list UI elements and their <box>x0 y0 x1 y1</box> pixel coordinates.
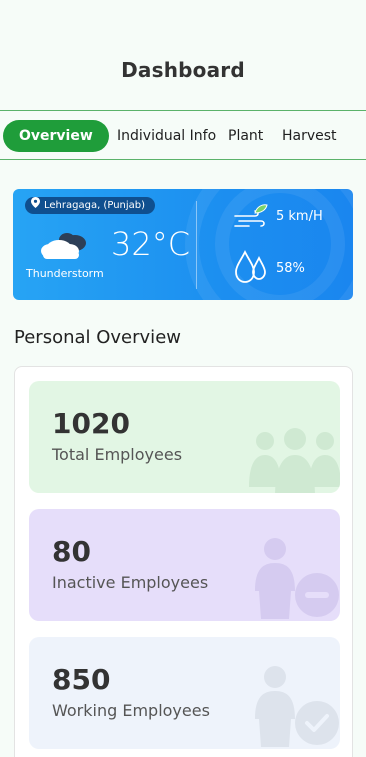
weather-divider <box>196 201 197 289</box>
tab-individual-info[interactable]: Individual Info <box>117 120 216 152</box>
working-employees-value: 850 <box>52 663 111 696</box>
wind-speed: 5 km/H <box>276 209 323 224</box>
tab-bar: Overview Individual Info Plant Harvest <box>0 110 366 160</box>
inactive-employees-value: 80 <box>52 535 91 568</box>
weather-card: Lehragaga, (Punjab) 32°C Thunderstorm 5 … <box>13 189 353 300</box>
wind-icon <box>233 202 271 236</box>
app-header: Dashboard <box>0 0 366 112</box>
working-employees-card[interactable]: 850 Working Employees <box>29 637 340 749</box>
tab-harvest[interactable]: Harvest <box>282 120 337 152</box>
temperature-value: 32°C <box>111 225 191 263</box>
total-employees-value: 1020 <box>52 407 130 440</box>
working-employees-label: Working Employees <box>52 701 210 720</box>
group-icon <box>249 428 340 493</box>
total-employees-label: Total Employees <box>52 445 183 464</box>
cloud-sun-icon <box>39 229 91 265</box>
location-pin-icon <box>31 197 40 214</box>
overview-panel: 1020 Total Employees 80 Inactive Employe… <box>14 366 353 757</box>
total-employees-card[interactable]: 1020 Total Employees <box>29 381 340 493</box>
humidity-value: 58% <box>276 261 305 276</box>
person-check-icon <box>255 666 339 747</box>
tab-overview[interactable]: Overview <box>3 120 109 152</box>
location-badge: Lehragaga, (Punjab) <box>25 197 156 214</box>
section-title: Personal Overview <box>14 327 181 348</box>
location-text: Lehragaga, (Punjab) <box>44 200 146 211</box>
weather-condition: Thunderstorm <box>26 267 104 280</box>
tab-plant[interactable]: Plant <box>228 120 263 152</box>
inactive-employees-label: Inactive Employees <box>52 573 209 592</box>
page-title: Dashboard <box>121 58 245 82</box>
inactive-employees-card[interactable]: 80 Inactive Employees <box>29 509 340 621</box>
humidity-icon <box>233 248 269 290</box>
person-remove-icon <box>255 538 339 619</box>
